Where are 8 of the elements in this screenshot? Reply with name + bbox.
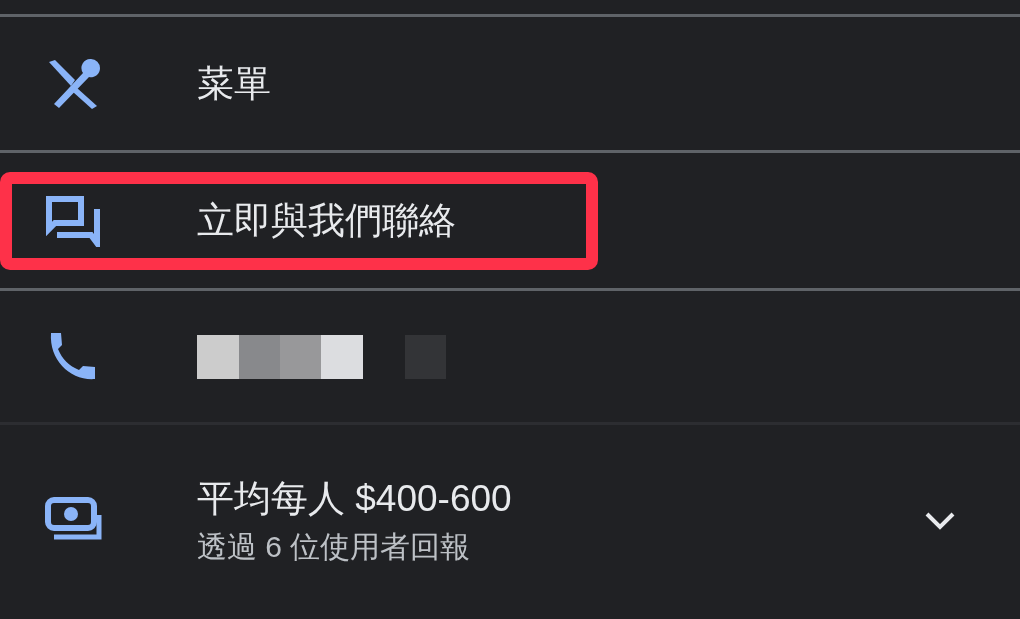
report-count: 透過 6 位使用者回報 [197, 528, 472, 565]
info-row[interactable]: 立即與我們聯絡 [0, 150, 1020, 288]
chevron-icon [924, 510, 956, 531]
info-row[interactable]: 平均每人 $400-600 透過 6 位使用者回報 [0, 422, 1020, 616]
info-row[interactable]: 菜單 [0, 14, 1020, 150]
chat-icon [45, 194, 101, 247]
item-label[interactable]: 菜單 [197, 60, 271, 107]
price-range: 平均每人 $400-600 [197, 476, 513, 521]
